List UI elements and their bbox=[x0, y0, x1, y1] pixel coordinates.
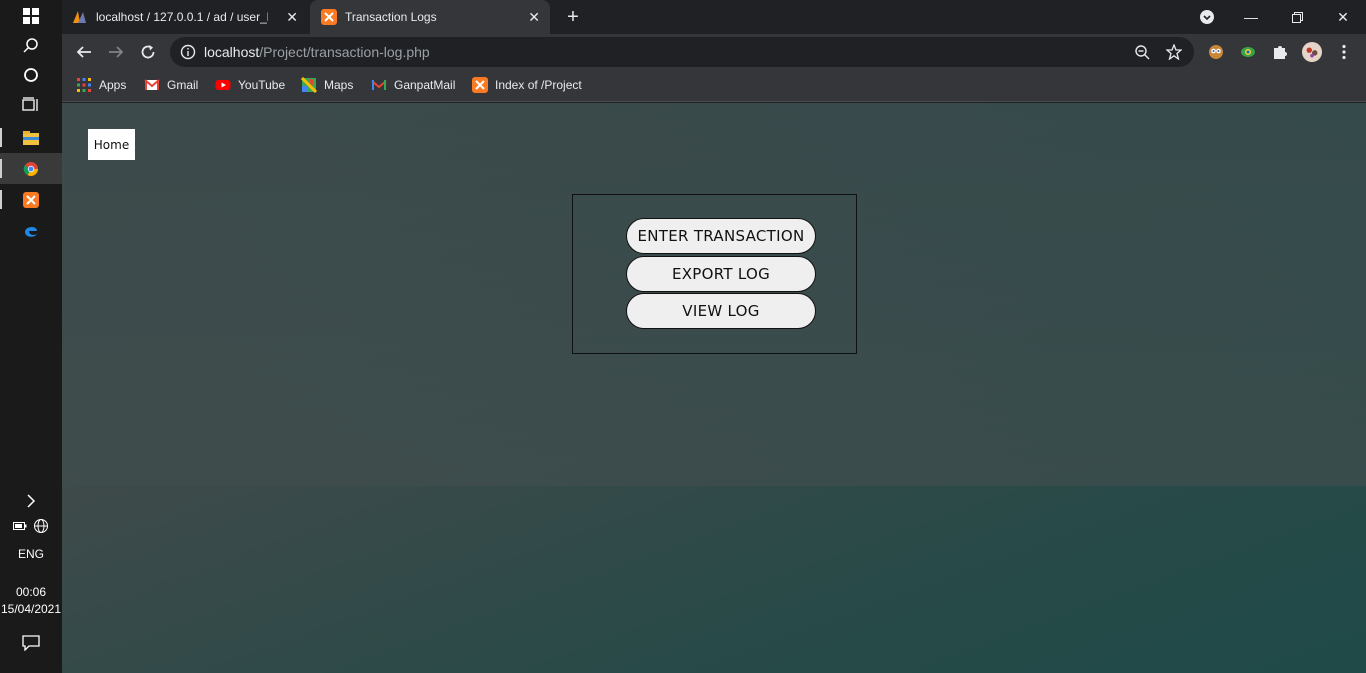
bookmark-gmail[interactable]: Gmail bbox=[144, 77, 198, 93]
apps-grid-icon bbox=[77, 78, 91, 92]
system-tray bbox=[0, 510, 62, 541]
tab-phpmyadmin[interactable]: localhost / 127.0.0.1 / ad / user_l ✕ bbox=[72, 0, 308, 34]
close-icon[interactable]: ✕ bbox=[286, 9, 298, 26]
home-link[interactable]: Home bbox=[88, 129, 135, 160]
back-icon[interactable] bbox=[70, 38, 98, 66]
file-explorer-icon[interactable] bbox=[0, 122, 62, 153]
transaction-menu-panel: ENTER TRANSACTION EXPORT LOG VIEW LOG bbox=[572, 194, 857, 354]
browser-toolbar: localhost/Project/transaction-log.php bbox=[62, 34, 1366, 70]
reload-icon[interactable] bbox=[134, 38, 162, 66]
bookmark-apps[interactable]: Apps bbox=[76, 77, 126, 93]
battery-icon[interactable] bbox=[13, 521, 27, 531]
bookmark-star-icon[interactable] bbox=[1166, 44, 1182, 60]
extensions-puzzle-icon[interactable] bbox=[1270, 42, 1290, 62]
xampp-icon[interactable] bbox=[0, 184, 62, 215]
extension-eye-icon[interactable] bbox=[1238, 42, 1258, 62]
bookmark-label: Maps bbox=[324, 78, 354, 92]
bookmark-label: Gmail bbox=[167, 78, 199, 92]
extension-owl-icon[interactable] bbox=[1206, 42, 1226, 62]
task-view-icon[interactable] bbox=[0, 89, 62, 120]
tab-search-icon[interactable] bbox=[1184, 0, 1230, 34]
page-background-lower bbox=[62, 486, 1366, 673]
url-host: localhost bbox=[204, 44, 260, 60]
windows-start-icon[interactable] bbox=[0, 0, 62, 31]
info-icon[interactable] bbox=[180, 44, 196, 60]
view-log-button[interactable]: VIEW LOG bbox=[626, 293, 816, 329]
enter-transaction-button[interactable]: ENTER TRANSACTION bbox=[626, 218, 816, 254]
bookmark-label: YouTube bbox=[238, 78, 286, 92]
clock-time[interactable]: 00:06 bbox=[0, 585, 62, 599]
bookmark-label: Index of /Project bbox=[495, 78, 582, 92]
tab-title: Transaction Logs bbox=[345, 10, 437, 24]
tab-transaction-logs[interactable]: Transaction Logs ✕ bbox=[310, 0, 550, 34]
xampp-icon bbox=[321, 9, 337, 25]
bookmark-maps[interactable]: Maps bbox=[301, 77, 353, 93]
new-tab-button[interactable]: + bbox=[560, 4, 586, 30]
export-log-button[interactable]: EXPORT LOG bbox=[626, 256, 816, 292]
menu-kebab-icon[interactable] bbox=[1334, 42, 1354, 62]
clock-date[interactable]: 15/04/2021 bbox=[0, 602, 62, 616]
network-icon[interactable] bbox=[33, 518, 49, 534]
zoom-out-icon[interactable] bbox=[1134, 44, 1150, 60]
forward-icon[interactable] bbox=[102, 38, 130, 66]
page-viewport: Home ENTER TRANSACTION EXPORT LOG VIEW L… bbox=[62, 103, 1366, 673]
maps-icon bbox=[301, 77, 317, 93]
chrome-icon[interactable] bbox=[0, 153, 62, 184]
bookmarks-bar: Apps Gmail YouTube Maps GanpatMail Index… bbox=[62, 70, 1366, 102]
bookmark-youtube[interactable]: YouTube bbox=[215, 77, 285, 93]
profile-avatar[interactable] bbox=[1302, 42, 1322, 62]
gmail-icon bbox=[144, 79, 160, 90]
phpmyadmin-icon bbox=[73, 11, 86, 23]
language-indicator[interactable]: ENG bbox=[0, 547, 62, 561]
address-bar[interactable]: localhost/Project/transaction-log.php bbox=[170, 37, 1194, 67]
bookmark-label: Apps bbox=[99, 78, 127, 92]
bookmark-ganpatmail[interactable]: GanpatMail bbox=[371, 77, 455, 93]
youtube-icon bbox=[215, 80, 231, 90]
bookmark-label: GanpatMail bbox=[394, 78, 456, 92]
close-window-button[interactable]: ✕ bbox=[1320, 0, 1366, 34]
xampp-icon bbox=[472, 77, 488, 93]
edge-icon[interactable] bbox=[0, 215, 62, 246]
cortana-icon[interactable] bbox=[0, 59, 62, 90]
tab-strip: localhost / 127.0.0.1 / ad / user_l ✕ Tr… bbox=[62, 0, 1366, 34]
windows-taskbar: ENG 00:06 15/04/2021 bbox=[0, 0, 62, 673]
notifications-icon[interactable] bbox=[0, 627, 62, 658]
bookmark-index-of-project[interactable]: Index of /Project bbox=[472, 77, 582, 93]
minimize-button[interactable]: — bbox=[1228, 0, 1274, 34]
url-text[interactable]: localhost/Project/transaction-log.php bbox=[204, 44, 430, 60]
gmail-icon bbox=[371, 80, 387, 90]
close-icon[interactable]: ✕ bbox=[528, 9, 540, 26]
search-icon[interactable] bbox=[0, 29, 62, 60]
tab-title: localhost / 127.0.0.1 / ad / user_l bbox=[96, 10, 268, 24]
url-path: /Project/transaction-log.php bbox=[259, 44, 430, 60]
restore-button[interactable] bbox=[1274, 0, 1320, 34]
